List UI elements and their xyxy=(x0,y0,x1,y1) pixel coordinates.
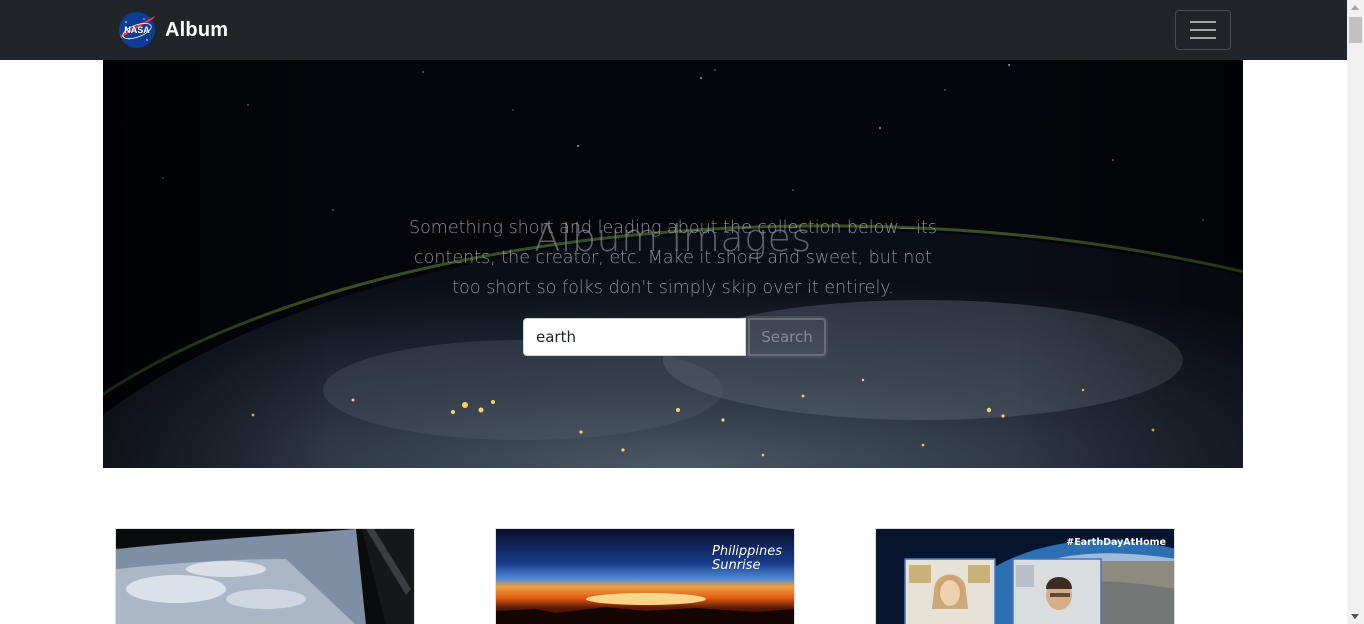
search-button[interactable]: Search xyxy=(748,318,826,356)
album-card-earth[interactable] xyxy=(115,528,415,624)
brand-link[interactable]: NASA Album xyxy=(117,10,228,50)
hero-lead-text: Something short and leading about the co… xyxy=(408,218,938,298)
scroll-up-arrow-icon[interactable] xyxy=(1351,5,1359,10)
navbar-toggle-button[interactable] xyxy=(1175,10,1231,50)
card-hashtag: #EarthDayAtHome xyxy=(1066,537,1166,548)
search-form: Search xyxy=(523,318,826,356)
hamburger-icon xyxy=(1190,21,1216,39)
hero-jumbotron: Album Images Something short and leading… xyxy=(103,60,1243,468)
scrollbar-thumb[interactable] xyxy=(1349,17,1362,43)
search-input[interactable] xyxy=(523,318,746,356)
svg-text:NASA: NASA xyxy=(124,25,150,35)
navbar: NASA Album xyxy=(0,0,1347,60)
scroll-down-arrow-icon[interactable] xyxy=(1351,614,1359,619)
brand-title: Album xyxy=(165,18,229,41)
album-card-earth-day[interactable]: #EarthDayAtHome xyxy=(875,528,1175,624)
album-card-sunrise[interactable]: Philippines Sunrise xyxy=(495,528,795,624)
earth-orbit-thumbnail xyxy=(116,529,414,624)
card-caption: Philippines Sunrise xyxy=(712,544,783,573)
nasa-logo-icon: NASA xyxy=(119,12,155,48)
page-scrollbar[interactable] xyxy=(1347,0,1364,624)
